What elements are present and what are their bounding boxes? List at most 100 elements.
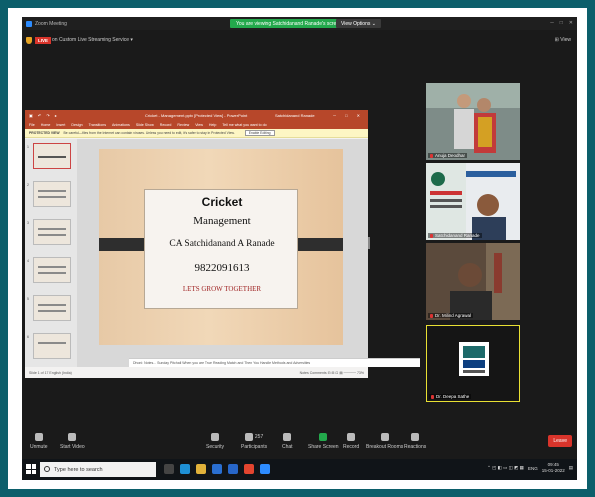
zoom-screen: Zoom Meeting ─ □ ✕ You are viewing Satch… <box>22 17 577 480</box>
ribbon-tab[interactable]: Animations <box>112 123 130 127</box>
participant-name: Anuja Deodhar <box>428 153 468 158</box>
leave-button[interactable]: Leave <box>548 435 572 447</box>
close-icon[interactable]: ✕ <box>569 20 573 26</box>
video-off-icon <box>68 433 77 441</box>
thumb-line <box>38 310 66 312</box>
start-video-label: Start Video <box>60 444 85 450</box>
shield-icon <box>211 433 220 441</box>
quick-access-icons[interactable]: ▣ ↶ ↷ ▸ <box>29 113 59 118</box>
search-placeholder: Type here to search <box>54 466 103 473</box>
ribbon-tab[interactable]: Record <box>160 123 172 127</box>
speaker-notes[interactable]: Dhoni: Notes... Sunday Pitchall When you… <box>129 358 420 367</box>
edge-icon[interactable] <box>180 464 190 474</box>
share-screen-icon <box>319 433 328 441</box>
video-tile-anuja[interactable]: Anuja Deodhar <box>426 83 520 160</box>
ribbon-tab[interactable]: View <box>195 123 203 127</box>
video-tile-milind[interactable]: Dr. Milind Agrawal <box>426 243 520 320</box>
file-explorer-icon[interactable] <box>196 464 206 474</box>
slide-title: Cricket <box>201 195 243 209</box>
window-controls[interactable]: ─ □ ✕ <box>550 20 573 26</box>
slide-thumbnail[interactable]: 3 <box>27 219 71 245</box>
chrome-icon[interactable] <box>244 464 254 474</box>
live-service-dropdown[interactable]: on Custom Live Streaming Service ▾ <box>52 37 133 43</box>
thumb-stripe <box>38 156 66 158</box>
participant-name: Dr. Deepa Sathe <box>429 394 472 399</box>
view-button[interactable]: ⊞ View <box>555 37 571 43</box>
windows-taskbar: Type here to search ⌃ ◰ ◧ ▭ ◫ ◩ ▦ ENG 09… <box>22 459 577 480</box>
ribbon-tab[interactable]: File <box>29 123 35 127</box>
participant-name-text: Dr. Deepa Sathe <box>436 394 470 399</box>
store-icon[interactable] <box>212 464 222 474</box>
ribbon-tab[interactable]: Transitions <box>89 123 106 127</box>
tray-icons[interactable]: ⌃ ◰ ◧ ▭ ◫ ◩ ▦ <box>487 465 524 471</box>
system-tray: ⌃ ◰ ◧ ▭ ◫ ◩ ▦ ENG 09:45 15-01-2022 ▤ <box>487 462 573 474</box>
protected-view-text: Be careful—files from the Internet can c… <box>63 131 235 135</box>
participant-photo <box>426 83 520 160</box>
reactions-button[interactable]: Reactions <box>404 433 426 450</box>
slide-presenter-name: CA Satchidanand A Ranade <box>169 239 275 249</box>
thumb-line <box>38 234 66 236</box>
participants-button[interactable]: 257 Participants <box>241 433 267 450</box>
search-icon <box>44 466 50 472</box>
view-options-button[interactable]: View Options ⌄ <box>336 19 381 28</box>
people-icon <box>244 433 253 441</box>
ribbon-tab[interactable]: Home <box>41 123 51 127</box>
breakout-rooms-button[interactable]: Breakout Rooms <box>366 433 403 450</box>
chat-label: Chat <box>282 444 293 450</box>
protected-view-label: PROTECTED VIEW <box>29 131 60 135</box>
chat-button[interactable]: Chat <box>282 433 293 450</box>
slide-subtitle: Management <box>193 215 251 227</box>
mail-icon[interactable] <box>228 464 238 474</box>
security-label: Security <box>206 444 225 450</box>
slide-thumbnail[interactable]: 6 <box>27 333 71 359</box>
live-bar: LIVE on Custom Live Streaming Service ▾ … <box>22 31 577 51</box>
zoom-taskbar-icon[interactable] <box>260 464 270 474</box>
windows-start-icon[interactable] <box>26 464 36 474</box>
zoom-logo-icon <box>26 20 32 27</box>
participant-name-text: Satchidanand Ranade <box>435 233 480 238</box>
protected-view-bar: PROTECTED VIEW Be careful—files from the… <box>25 129 368 138</box>
split-handle[interactable] <box>368 237 370 249</box>
slide-thumbnail[interactable]: 2 <box>27 181 71 207</box>
ribbon-tab[interactable]: Help <box>209 123 216 127</box>
share-screen-button[interactable]: Share Screen <box>308 433 339 450</box>
participant-name-text: Anuja Deodhar <box>435 153 466 158</box>
enable-editing-button[interactable]: Enable Editing <box>244 130 275 136</box>
slide-thumbnail[interactable]: 1 <box>27 143 71 169</box>
video-tile-satchidanand[interactable]: Satchidanand Ranade <box>426 163 520 240</box>
maximize-icon[interactable]: □ <box>560 20 563 26</box>
task-view-icon[interactable] <box>164 464 174 474</box>
record-icon <box>347 433 356 441</box>
ribbon-tab[interactable]: Slide Show <box>136 123 154 127</box>
current-slide[interactable]: Cricket Management CA Satchidanand A Ran… <box>99 149 343 345</box>
notifications-icon[interactable]: ▤ <box>569 465 573 471</box>
ribbon-tab[interactable]: Design <box>71 123 82 127</box>
meeting-toolbar: Unmute Start Video Security 257 Participa… <box>22 427 577 459</box>
ribbon-tab[interactable]: Insert <box>56 123 65 127</box>
status-view-zoom[interactable]: Notes Comments ⊟ ⊞ ⊡ ▤ ───── 73% <box>300 371 364 375</box>
thumb-number: 6 <box>27 335 29 339</box>
unmute-button[interactable]: Unmute <box>30 433 48 450</box>
security-button[interactable]: Security <box>206 433 224 450</box>
thumb-line <box>38 304 66 306</box>
taskbar-clock[interactable]: 09:45 15-01-2022 <box>542 462 565 474</box>
start-video-button[interactable]: Start Video <box>60 433 85 450</box>
ribbon-tab[interactable]: Review <box>177 123 189 127</box>
reactions-label: Reactions <box>404 444 427 450</box>
language-indicator[interactable]: ENG <box>528 466 538 471</box>
slide-phone-number: 9822091613 <box>194 262 250 274</box>
minimize-icon[interactable]: ─ <box>550 20 554 26</box>
taskbar-search[interactable]: Type here to search <box>40 462 156 477</box>
ppt-status-bar: Slide 1 of 17 English (India) Notes Comm… <box>25 368 368 378</box>
live-badge[interactable]: LIVE <box>35 37 52 44</box>
participants-label: Participants <box>241 444 268 450</box>
slide-thumbnail[interactable]: 4 <box>27 257 71 283</box>
record-button[interactable]: Record <box>343 433 359 450</box>
tell-me-search[interactable]: Tell me what you want to do <box>222 123 266 127</box>
slide-thumbnail[interactable]: 5 <box>27 295 71 321</box>
share-screen-label: Share Screen <box>308 444 339 450</box>
video-tile-deepa[interactable]: Dr. Deepa Sathe <box>426 325 520 402</box>
ppt-window-controls[interactable]: ─ □ ✕ <box>333 113 364 118</box>
thumb-line <box>38 196 66 198</box>
shield-icon[interactable] <box>26 37 32 44</box>
